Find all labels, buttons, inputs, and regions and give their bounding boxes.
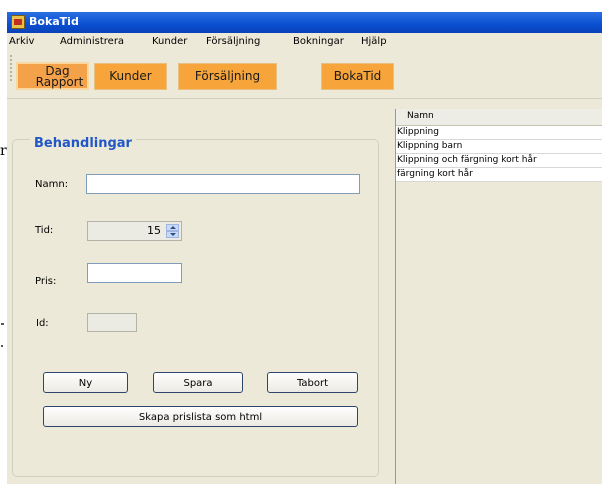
forsaljning-button-label: Försäljning — [194, 69, 261, 83]
behandlingar-list[interactable]: Namn Klippning Klippning barn Klippning … — [395, 109, 602, 484]
forsaljning-button[interactable]: Försäljning — [178, 63, 277, 90]
toolbar: Dag Rapport Kunder Försäljning BokaTid — [7, 51, 602, 99]
list-item[interactable]: Klippning och färgning kort hår — [396, 154, 602, 168]
spara-button[interactable]: Spara — [153, 372, 243, 393]
page-margin-glyph: r — [0, 143, 7, 159]
bokatid-button[interactable]: BokaTid — [321, 63, 394, 90]
bokatid-button-label: BokaTid — [333, 69, 382, 83]
tid-spinner[interactable]: 15 — [87, 221, 182, 241]
kunder-button-label: Kunder — [109, 69, 152, 83]
list-header[interactable]: Namn — [396, 109, 602, 126]
dagrapport-button[interactable]: Dag Rapport — [16, 62, 89, 90]
menu-administrera[interactable]: Administrera — [60, 36, 124, 47]
dagrapport-label-line2: Rapport — [35, 75, 84, 89]
list-item-label: Klippning barn — [397, 141, 463, 151]
list-item[interactable]: Klippning — [396, 126, 602, 140]
app-window: BokaTid Arkiv Administrera Kunder Försäl… — [7, 12, 602, 484]
menu-bokningar[interactable]: Bokningar — [293, 36, 344, 47]
list-item-label: färgning kort hår — [397, 169, 473, 179]
menu-kunder[interactable]: Kunder — [152, 36, 187, 47]
ny-button[interactable]: Ny — [43, 372, 128, 393]
list-item-label: Klippning — [397, 127, 439, 137]
name-label: Namn: — [35, 179, 69, 190]
list-item[interactable]: färgning kort hår — [396, 168, 602, 182]
id-label: Id: — [36, 318, 49, 329]
menu-arkiv[interactable]: Arkiv — [9, 36, 34, 47]
tid-value: 15 — [147, 224, 161, 237]
window-title: BokaTid — [29, 15, 79, 28]
pris-label: Pris: — [35, 276, 57, 287]
page-margin-mark — [1, 345, 3, 347]
menu-hjalp[interactable]: Hjälp — [361, 36, 387, 47]
list-item[interactable]: Klippning barn — [396, 140, 602, 154]
kunder-button[interactable]: Kunder — [94, 63, 167, 90]
title-bar[interactable]: BokaTid — [7, 12, 602, 33]
tabort-button[interactable]: Tabort — [267, 372, 358, 393]
tid-label: Tid: — [35, 225, 54, 236]
menu-bar: Arkiv Administrera Kunder Försäljning Bo… — [7, 33, 602, 51]
page-margin-mark — [1, 323, 4, 325]
list-item-label: Klippning och färgning kort hår — [397, 155, 537, 165]
spinner-down-icon[interactable] — [166, 231, 179, 238]
menu-forsaljning[interactable]: Försäljning — [206, 36, 260, 47]
pris-field[interactable] — [87, 263, 182, 283]
name-field[interactable] — [86, 174, 360, 194]
app-icon — [11, 15, 25, 29]
toolbar-grip[interactable] — [10, 55, 15, 81]
panel-title: Behandlingar — [30, 136, 136, 151]
column-header-namn: Namn — [407, 111, 434, 121]
id-field — [87, 313, 137, 332]
spinner-up-icon[interactable] — [166, 224, 179, 231]
export-html-button[interactable]: Skapa prislista som html — [43, 406, 358, 427]
